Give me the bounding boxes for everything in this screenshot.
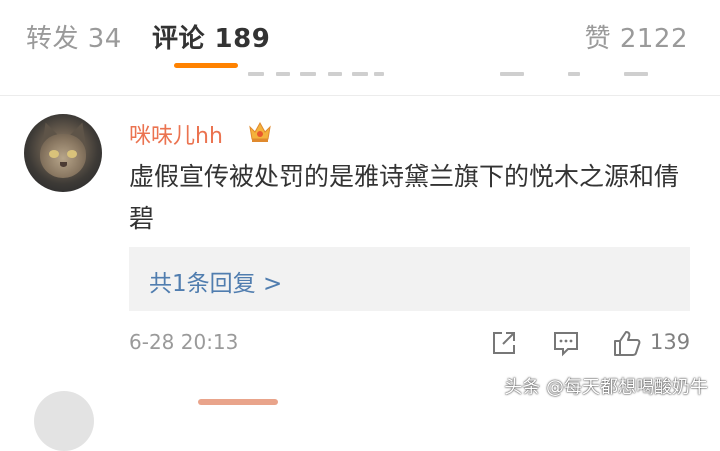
watermark: 头条 @每天都想喝酸奶牛 [504,377,708,398]
thumbs-up-icon[interactable] [612,328,642,358]
view-replies-link[interactable]: 共1条回复 > [149,264,282,298]
comment-text: 虚假宣传被处罚的是雅诗黛兰旗下的悦木之源和倩碧 [129,162,680,233]
divider [0,95,720,96]
share-icon[interactable] [489,328,519,358]
tab-comments[interactable]: 评论 189 [152,18,270,55]
tab-reposts[interactable]: 转发 34 [26,18,122,55]
like-count: 139 [650,330,691,354]
crown-badge-icon [249,121,271,142]
tab-likes[interactable]: 赞 2122 [585,18,688,55]
comment-timestamp: 6-28 20:13 [129,330,239,354]
replies-box[interactable]: 共1条回复 > [129,247,690,311]
active-tab-indicator [174,63,238,68]
reply-comment-icon[interactable] [551,328,581,358]
next-comment-username-cutoff [198,399,278,405]
comment-tab-bar: 转发 34 评论 189 赞 2122 [0,0,720,72]
comment-username[interactable]: 咪味儿hh [129,118,223,150]
next-comment-avatar-cutoff [34,391,94,451]
previous-comment-actions-cutoff [0,72,720,78]
avatar[interactable] [24,114,102,192]
